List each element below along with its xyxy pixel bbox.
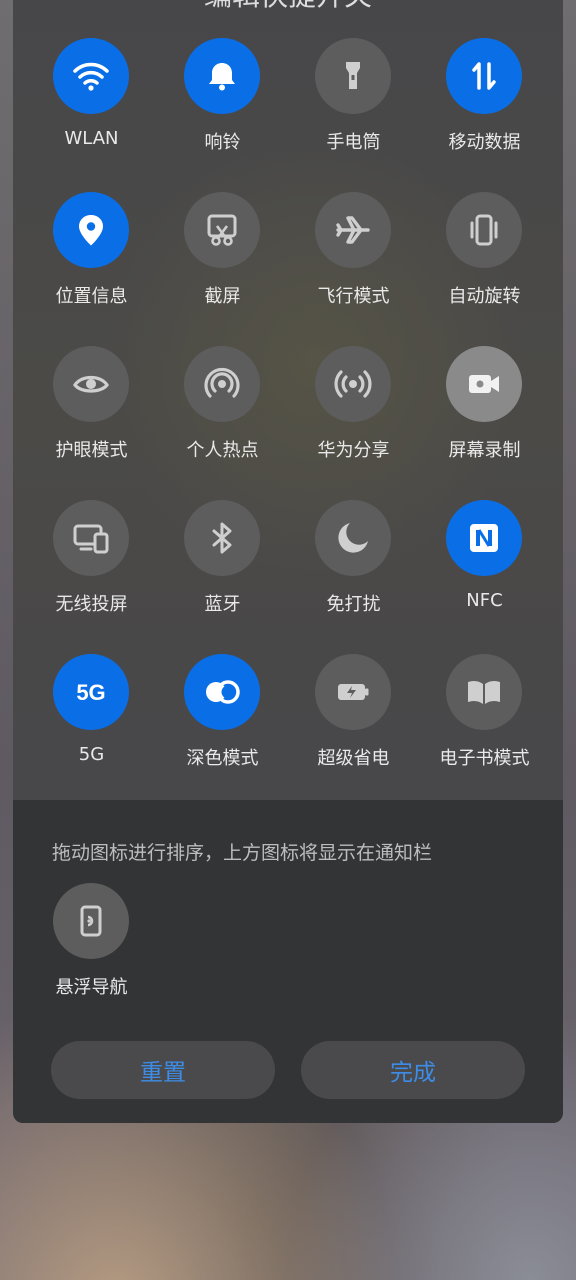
floating-nav-icon <box>53 883 129 959</box>
tile-ebook-mode[interactable]: 电子书模式 <box>419 616 550 769</box>
airplane-icon <box>315 192 391 268</box>
tile-floating-nav[interactable]: 悬浮导航 <box>26 845 157 998</box>
tile-wireless-projection[interactable]: 无线投屏 <box>26 462 157 615</box>
eye-icon <box>53 346 129 422</box>
active-tiles-grid: WLAN 响铃 手电筒 移动数据 位置信息 截屏 飞行模式 自动旋转 护眼模式 … <box>13 0 563 800</box>
nfc-icon <box>446 500 522 576</box>
tile-5g[interactable]: 5G 5G <box>26 616 157 766</box>
moon-icon <box>315 500 391 576</box>
tile-screenshot[interactable]: 截屏 <box>157 154 288 307</box>
book-icon <box>446 654 522 730</box>
tile-nfc[interactable]: NFC <box>419 462 550 612</box>
bluetooth-icon <box>184 500 260 576</box>
tile-screen-record[interactable]: 屏幕录制 <box>419 308 550 461</box>
tile-label: 飞行模式 <box>317 286 390 307</box>
tile-label: 屏幕录制 <box>448 440 521 461</box>
mobile-data-icon <box>446 38 522 114</box>
battery-icon <box>315 654 391 730</box>
dark-mode-icon <box>184 654 260 730</box>
tile-hotspot[interactable]: 个人热点 <box>157 308 288 461</box>
tile-ring[interactable]: 响铃 <box>157 0 288 153</box>
tile-label: NFC <box>466 590 503 611</box>
tile-auto-rotate[interactable]: 自动旋转 <box>419 154 550 307</box>
tile-label: 截屏 <box>204 286 241 307</box>
tile-do-not-disturb[interactable]: 免打扰 <box>288 462 419 615</box>
tile-airplane[interactable]: 飞行模式 <box>288 154 419 307</box>
done-button[interactable]: 完成 <box>301 1041 525 1099</box>
hotspot-icon <box>184 346 260 422</box>
tile-label: 无线投屏 <box>55 594 128 615</box>
tile-label: 悬浮导航 <box>55 977 128 998</box>
cast-icon <box>53 500 129 576</box>
svg-text:5G: 5G <box>76 680 105 705</box>
tile-eye-comfort[interactable]: 护眼模式 <box>26 308 157 461</box>
tile-dark-mode[interactable]: 深色模式 <box>157 616 288 769</box>
screenshot-icon <box>184 192 260 268</box>
tile-label: 蓝牙 <box>204 594 241 615</box>
tile-label: 超级省电 <box>317 748 390 769</box>
reset-button[interactable]: 重置 <box>51 1041 275 1099</box>
tile-label: 5G <box>78 744 105 765</box>
tile-huawei-share[interactable]: 华为分享 <box>288 308 419 461</box>
tile-label: 移动数据 <box>448 132 521 153</box>
bell-icon <box>184 38 260 114</box>
tile-wlan[interactable]: WLAN <box>26 0 157 150</box>
quick-settings-editor-panel: ← 编辑快捷开关 WLAN 响铃 手电筒 移动数据 <box>13 0 563 1123</box>
tile-ultra-power-saving[interactable]: 超级省电 <box>288 616 419 769</box>
wifi-icon <box>53 38 129 114</box>
video-icon <box>446 346 522 422</box>
tile-bluetooth[interactable]: 蓝牙 <box>157 462 288 615</box>
tile-label: 手电筒 <box>326 132 381 153</box>
flashlight-icon <box>315 38 391 114</box>
tile-label: 电子书模式 <box>439 748 530 769</box>
tile-label: WLAN <box>64 128 119 149</box>
tile-label: 深色模式 <box>186 748 259 769</box>
tile-label: 位置信息 <box>55 286 128 307</box>
5g-icon: 5G <box>53 654 129 730</box>
tile-label: 个人热点 <box>186 440 259 461</box>
tile-label: 自动旋转 <box>448 286 521 307</box>
location-icon <box>53 192 129 268</box>
rotate-icon <box>446 192 522 268</box>
tile-label: 护眼模式 <box>55 440 128 461</box>
tile-mobile-data[interactable]: 移动数据 <box>419 0 550 153</box>
tile-label: 免打扰 <box>326 594 381 615</box>
tile-location[interactable]: 位置信息 <box>26 154 157 307</box>
tile-flashlight[interactable]: 手电筒 <box>288 0 419 153</box>
share-icon <box>315 346 391 422</box>
tile-label: 响铃 <box>204 132 241 153</box>
tile-label: 华为分享 <box>317 440 390 461</box>
